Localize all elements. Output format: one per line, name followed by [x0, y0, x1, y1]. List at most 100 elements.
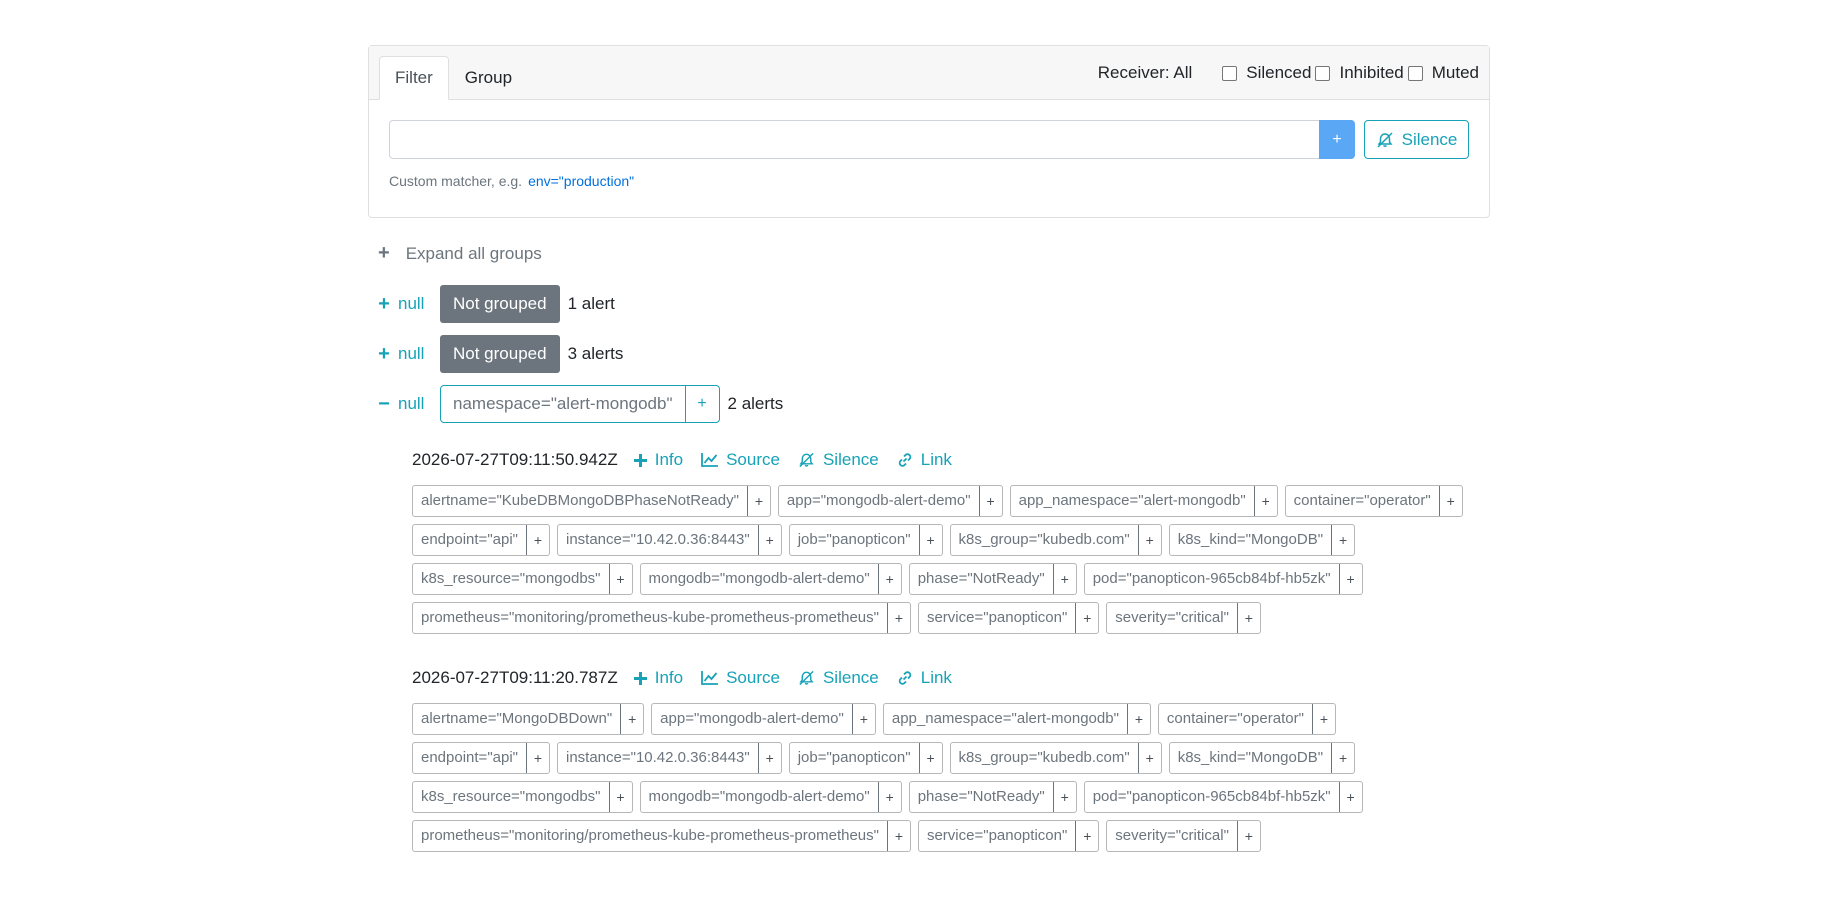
label-chip-add-button[interactable]: + — [525, 525, 549, 555]
source-button[interactable]: Source — [701, 450, 780, 470]
label-chip-add-button[interactable]: + — [1236, 821, 1260, 851]
label-chip-add-button[interactable]: + — [918, 525, 942, 555]
label-chip-add-button[interactable]: + — [1331, 525, 1354, 555]
label-chip-add-button[interactable]: + — [757, 743, 781, 773]
label-chip-text[interactable]: k8s_kind="MongoDB" — [1170, 525, 1331, 555]
label-chip-text[interactable]: k8s_group="kubedb.com" — [951, 525, 1138, 555]
label-chip-text[interactable]: severity="critical" — [1107, 603, 1237, 633]
inhibited-checkbox-box[interactable] — [1315, 65, 1331, 81]
label-chip-text[interactable]: k8s_group="kubedb.com" — [951, 743, 1138, 773]
label-chip-add-button[interactable]: + — [851, 704, 875, 734]
label-chip-add-button[interactable]: + — [886, 603, 910, 633]
group-name: null — [398, 394, 425, 413]
label-chip-add-button[interactable]: + — [1137, 525, 1161, 555]
label-chip-text[interactable]: endpoint="api" — [413, 525, 526, 555]
label-chip-add-button[interactable]: + — [1075, 821, 1098, 851]
label-chip-text[interactable]: app_namespace="alert-mongodb" — [884, 704, 1127, 734]
label-chip-text[interactable]: alertname="MongoDBDown" — [413, 704, 620, 734]
label-chip-text[interactable]: mongodb="mongodb-alert-demo" — [641, 564, 878, 594]
info-button[interactable]: Info — [633, 450, 683, 470]
label-chip-add-button[interactable]: + — [746, 486, 770, 516]
silence-alert-button[interactable]: Silence — [798, 668, 879, 688]
label-chip-text[interactable]: phase="NotReady" — [910, 564, 1053, 594]
tab-filter[interactable]: Filter — [379, 56, 449, 100]
label-chip-add-button[interactable]: + — [1052, 782, 1076, 812]
label-chip-add-button[interactable]: + — [1338, 564, 1362, 594]
label-chip-add-button[interactable]: + — [525, 743, 549, 773]
not-grouped-badge: Not grouped — [440, 335, 560, 373]
label-chip-add-button[interactable]: + — [1331, 743, 1354, 773]
label-chip-add-button[interactable]: + — [1253, 486, 1277, 516]
group-label-add-button[interactable]: + — [686, 386, 719, 422]
label-chip-add-button[interactable]: + — [1137, 743, 1161, 773]
label-chip-text[interactable]: k8s_kind="MongoDB" — [1170, 743, 1331, 773]
alert-group: + null Not grouped 1 alert — [368, 285, 1490, 323]
matcher-example-link[interactable]: env="production" — [528, 173, 634, 189]
label-chip-add-button[interactable]: + — [877, 564, 901, 594]
label-chip-text[interactable]: severity="critical" — [1107, 821, 1237, 851]
muted-checkbox-box[interactable] — [1407, 65, 1423, 81]
inhibited-checkbox[interactable]: Inhibited — [1315, 63, 1404, 83]
label-chip-add-button[interactable]: + — [1311, 704, 1335, 734]
label-chip-add-button[interactable]: + — [608, 782, 632, 812]
label-chip-add-button[interactable]: + — [1075, 603, 1098, 633]
link-button[interactable]: Link — [897, 450, 952, 470]
silence-alert-button[interactable]: Silence — [798, 450, 879, 470]
label-chip-add-button[interactable]: + — [620, 704, 643, 734]
label-chip-text[interactable]: container="operator" — [1286, 486, 1439, 516]
label-chip-add-button[interactable]: + — [918, 743, 942, 773]
label-chip-add-button[interactable]: + — [1126, 704, 1150, 734]
label-chip-add-button[interactable]: + — [1438, 486, 1462, 516]
expand-all-groups[interactable]: + Expand all groups — [368, 242, 1490, 265]
silence-button[interactable]: Silence — [1364, 120, 1469, 159]
group-toggle[interactable]: + null — [378, 343, 440, 366]
add-filter-button[interactable]: + — [1319, 120, 1355, 159]
label-chip-add-button[interactable]: + — [1052, 564, 1076, 594]
label-chip-text[interactable]: service="panopticon" — [919, 603, 1075, 633]
label-chip-text[interactable]: container="operator" — [1159, 704, 1312, 734]
source-label: Source — [726, 668, 780, 687]
label-chip-add-button[interactable]: + — [608, 564, 632, 594]
label-chip-text[interactable]: alertname="KubeDBMongoDBPhaseNotReady" — [413, 486, 747, 516]
label-chip-add-button[interactable]: + — [1338, 782, 1362, 812]
label-chip-add-button[interactable]: + — [877, 782, 901, 812]
label-chip-text[interactable]: pod="panopticon-965cb84bf-hb5zk" — [1085, 564, 1339, 594]
link-icon — [897, 670, 913, 686]
link-button[interactable]: Link — [897, 668, 952, 688]
label-chip-add-button[interactable]: + — [757, 525, 781, 555]
label-chip: k8s_group="kubedb.com" + — [949, 742, 1162, 774]
group-label-text[interactable]: namespace="alert-mongodb" — [441, 386, 686, 422]
silenced-checkbox[interactable]: Silenced — [1222, 63, 1311, 83]
group-toggle[interactable]: + null — [378, 293, 440, 316]
label-chip-text[interactable]: instance="10.42.0.36:8443" — [558, 743, 758, 773]
label-chip-text[interactable]: endpoint="api" — [413, 743, 526, 773]
label-chip-text[interactable]: app="mongodb-alert-demo" — [652, 704, 852, 734]
label-chip-text[interactable]: phase="NotReady" — [910, 782, 1053, 812]
label-chip-text[interactable]: mongodb="mongodb-alert-demo" — [641, 782, 878, 812]
tab-group[interactable]: Group — [449, 56, 528, 100]
label-chip-text[interactable]: app_namespace="alert-mongodb" — [1011, 486, 1254, 516]
label-chip-add-button[interactable]: + — [886, 821, 910, 851]
label-chip-add-button[interactable]: + — [978, 486, 1002, 516]
alert-timestamp: 2026-07-27T09:11:20.787Z — [412, 668, 618, 687]
label-chip-text[interactable]: instance="10.42.0.36:8443" — [558, 525, 758, 555]
label-chip-text[interactable]: job="panopticon" — [790, 743, 919, 773]
label-chip-text[interactable]: prometheus="monitoring/prometheus-kube-p… — [413, 821, 887, 851]
label-chip-text[interactable]: service="panopticon" — [919, 821, 1075, 851]
source-button[interactable]: Source — [701, 668, 780, 688]
group-toggle[interactable]: − null — [378, 393, 440, 416]
silenced-checkbox-box[interactable] — [1222, 65, 1238, 81]
info-button[interactable]: Info — [633, 668, 683, 688]
label-chip-text[interactable]: k8s_resource="mongodbs" — [413, 564, 609, 594]
filter-input[interactable] — [389, 120, 1319, 159]
label-chip-text[interactable]: job="panopticon" — [790, 525, 919, 555]
muted-checkbox[interactable]: Muted — [1407, 63, 1479, 83]
receiver-select[interactable]: Receiver: All — [1098, 63, 1192, 83]
label-chip-text[interactable]: pod="panopticon-965cb84bf-hb5zk" — [1085, 782, 1339, 812]
label-chip-text[interactable]: k8s_resource="mongodbs" — [413, 782, 609, 812]
label-chip-text[interactable]: app="mongodb-alert-demo" — [779, 486, 979, 516]
label-chip: prometheus="monitoring/prometheus-kube-p… — [412, 820, 911, 852]
label-chip: k8s_resource="mongodbs" + — [412, 563, 633, 595]
label-chip-add-button[interactable]: + — [1236, 603, 1260, 633]
label-chip-text[interactable]: prometheus="monitoring/prometheus-kube-p… — [413, 603, 887, 633]
